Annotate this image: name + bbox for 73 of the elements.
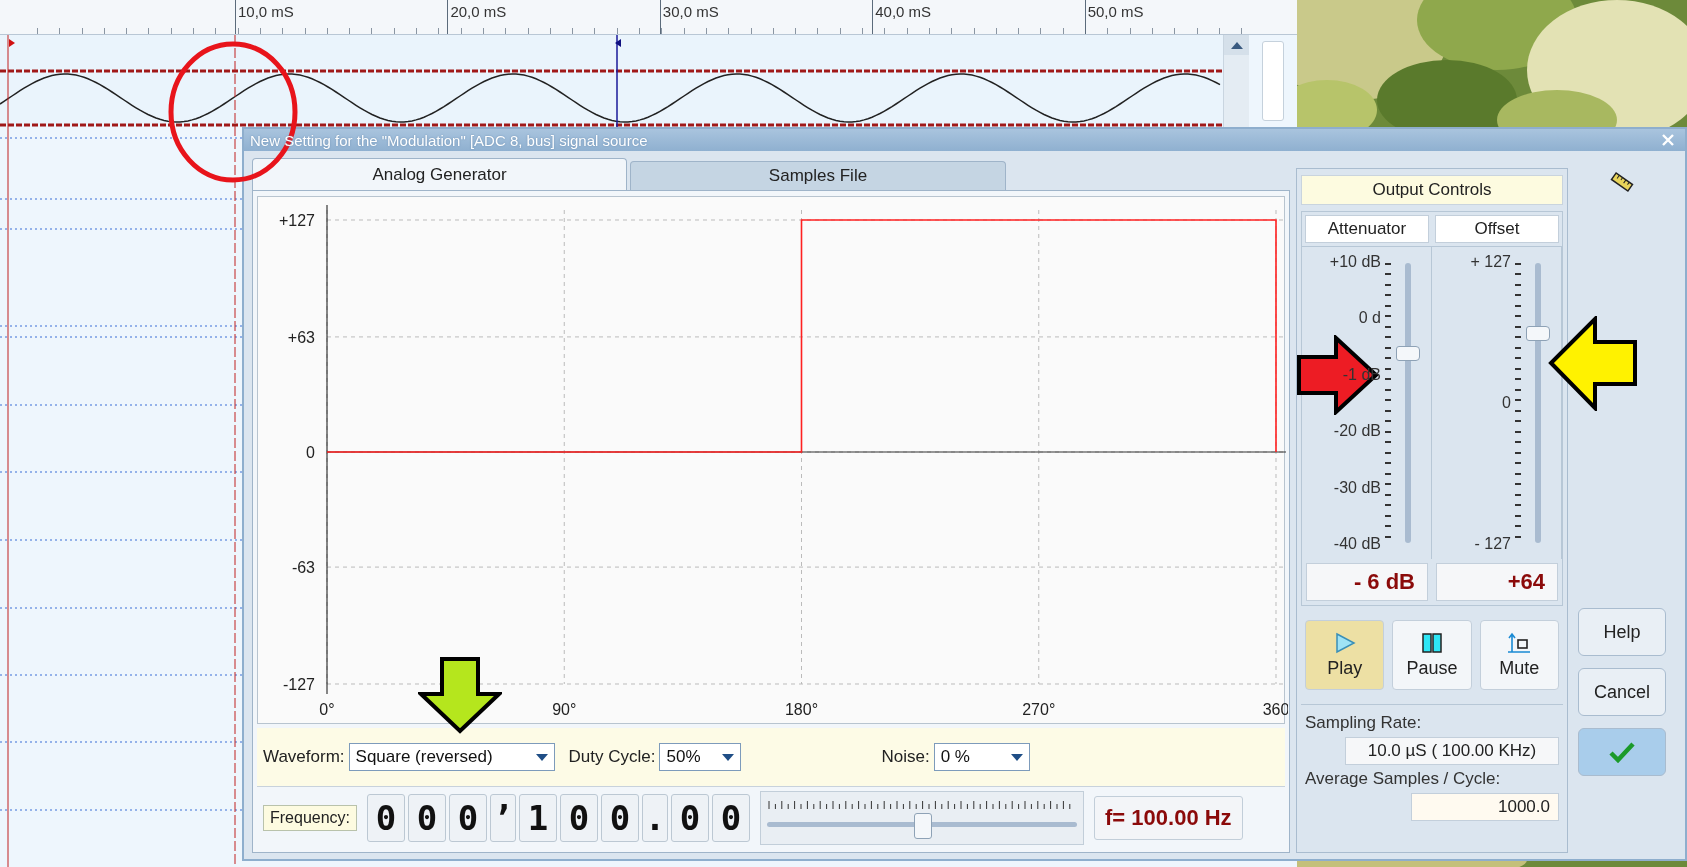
frequency-slider[interactable]	[760, 790, 1085, 845]
digit-display: 0	[449, 793, 488, 842]
x-tick-label: 270°	[1022, 701, 1056, 718]
transport-button[interactable]: Pause	[1392, 620, 1472, 690]
digit-display: 0	[712, 793, 751, 842]
value-readout: - 6 dB	[1306, 563, 1428, 601]
scale-label: -40 dB	[1333, 534, 1381, 553]
transport-button[interactable]: Play	[1305, 620, 1385, 690]
digit-display: .	[642, 793, 669, 842]
caret-icon	[535, 753, 548, 761]
scale-label: -30 dB	[1333, 478, 1381, 497]
frequency-label: Frequency:	[263, 804, 358, 831]
tab[interactable]: Analog Generator	[252, 158, 627, 190]
digit-display: 0	[408, 793, 447, 842]
close-icon[interactable]	[1661, 133, 1675, 147]
slider-thumb[interactable]	[914, 812, 933, 839]
digit-display: 0	[601, 793, 640, 842]
y-tick-label: +127	[278, 212, 315, 229]
channel-header: Attenuator	[1305, 215, 1429, 243]
scroll-up-icon[interactable]	[1230, 41, 1243, 49]
scrollbar[interactable]	[1223, 35, 1249, 127]
scale-label: -1 dB	[1342, 365, 1381, 384]
samples-field[interactable]: 1000.0	[1411, 793, 1559, 821]
dialog-button[interactable]: Help	[1578, 608, 1666, 656]
setting-dropdown[interactable]: 0 %	[933, 743, 1030, 771]
caret-icon	[722, 753, 735, 761]
scale-label: 0	[1502, 394, 1511, 412]
ruler-label: 20,0 mS	[447, 0, 660, 34]
caret-icon	[1010, 753, 1023, 761]
digit-display: 0	[367, 793, 406, 842]
ok-button[interactable]	[1578, 728, 1666, 776]
y-tick-label: +63	[287, 328, 315, 346]
section-title: Output Controls	[1301, 175, 1563, 205]
field-label: Sampling Rate:	[1305, 713, 1423, 733]
slider-thumb[interactable]	[1396, 345, 1420, 361]
digit-display: 1	[519, 793, 558, 842]
dialog-button[interactable]: Cancel	[1578, 668, 1666, 716]
y-tick-label: -127	[282, 676, 315, 693]
scrollbar[interactable]	[1262, 41, 1284, 121]
scale-label: + 127	[1470, 253, 1511, 271]
y-tick-label: -63	[291, 559, 315, 577]
play-icon	[1333, 631, 1356, 654]
tab[interactable]: Samples File	[630, 161, 1006, 190]
frequency-reading: f= 100.00 Hz	[1094, 795, 1243, 840]
ruler-label: 10,0 mS	[235, 0, 448, 34]
baseline-arrow-icon	[1507, 631, 1532, 654]
digit-display: 0	[671, 793, 710, 842]
value-readout: +64	[1436, 563, 1558, 601]
setting-dropdown[interactable]: 50%	[659, 743, 742, 771]
scale-label: 0 d	[1358, 309, 1381, 328]
ruler-label: 40,0 mS	[872, 0, 1085, 34]
slider-thumb[interactable]	[1526, 326, 1550, 341]
transport-button[interactable]: Mute	[1479, 620, 1559, 690]
scale-label: +10 dB	[1329, 253, 1381, 271]
x-tick-label: 0°	[319, 701, 335, 718]
pause-icon	[1421, 631, 1443, 654]
x-tick-label: 360	[1262, 701, 1288, 718]
channel-header: Offset	[1435, 215, 1559, 243]
scale-label: -20 dB	[1333, 422, 1381, 441]
x-tick-label: 180°	[784, 701, 819, 718]
field-label: Average Samples / Cycle:	[1305, 769, 1502, 789]
sampling-rate-field[interactable]: 10.0 µS ( 100.00 KHz)	[1345, 737, 1559, 765]
setting-dropdown[interactable]: Square (reversed)	[348, 743, 555, 771]
setting-label: Duty Cycle:	[568, 747, 656, 767]
setting-label: Noise:	[881, 747, 930, 767]
checkmark-icon	[1609, 741, 1635, 763]
digit-display: 0	[560, 793, 599, 842]
x-tick-label: 90°	[552, 701, 577, 718]
y-tick-label: 0	[306, 444, 315, 461]
scale-label: - 127	[1474, 535, 1511, 553]
ruler-label: 30,0 mS	[659, 0, 873, 34]
setting-label: Waveform:	[263, 747, 345, 767]
digit-display: ’	[490, 793, 517, 842]
